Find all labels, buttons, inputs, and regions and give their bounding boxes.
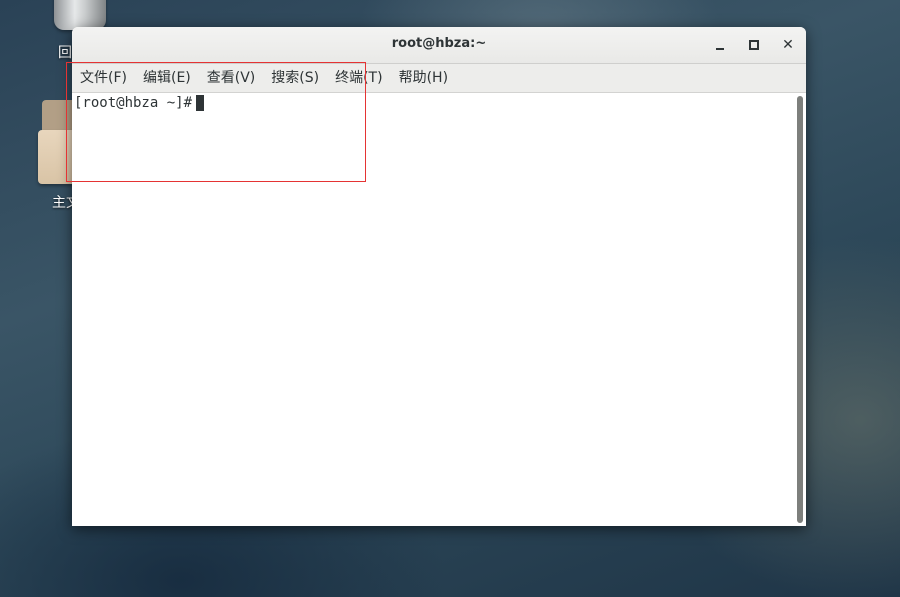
- menu-search[interactable]: 搜索(S): [265, 64, 325, 92]
- trash-icon: [54, 0, 106, 30]
- menu-file[interactable]: 文件(F): [74, 64, 133, 92]
- menubar: 文件(F) 编辑(E) 查看(V) 搜索(S) 终端(T) 帮助(H): [72, 64, 806, 93]
- prompt-line: [root@hbza ~]#: [74, 94, 205, 112]
- minimize-icon: [716, 48, 724, 50]
- window-title: root@hbza:~: [391, 36, 487, 51]
- terminal-window: root@hbza:~ ✕ 文件(F) 编辑(E) 查看(V) 搜索(S) 终端…: [72, 27, 806, 526]
- terminal-output-area[interactable]: [root@hbza ~]#: [72, 93, 806, 526]
- menu-help[interactable]: 帮助(H): [393, 64, 454, 92]
- trash-desktop-icon[interactable]: [44, 0, 116, 30]
- text-cursor: [196, 95, 205, 111]
- menu-edit[interactable]: 编辑(E): [137, 64, 197, 92]
- menu-view[interactable]: 查看(V): [201, 64, 262, 92]
- maximize-button[interactable]: [744, 35, 764, 55]
- scrollbar-thumb[interactable]: [797, 96, 803, 523]
- menu-terminal[interactable]: 终端(T): [329, 64, 388, 92]
- vertical-scrollbar[interactable]: [794, 93, 806, 526]
- desktop: 回 主文 root@hbza:~ ✕ 文件(F) 编辑(E) 查看(V) 搜索(…: [0, 0, 900, 597]
- close-button[interactable]: ✕: [778, 35, 798, 55]
- trash-icon-label: 回: [58, 45, 72, 61]
- close-icon: ✕: [782, 37, 794, 53]
- minimize-button[interactable]: [710, 35, 730, 55]
- maximize-icon: [749, 40, 759, 50]
- window-titlebar[interactable]: root@hbza:~ ✕: [72, 27, 806, 64]
- shell-prompt: [root@hbza ~]#: [74, 95, 193, 111]
